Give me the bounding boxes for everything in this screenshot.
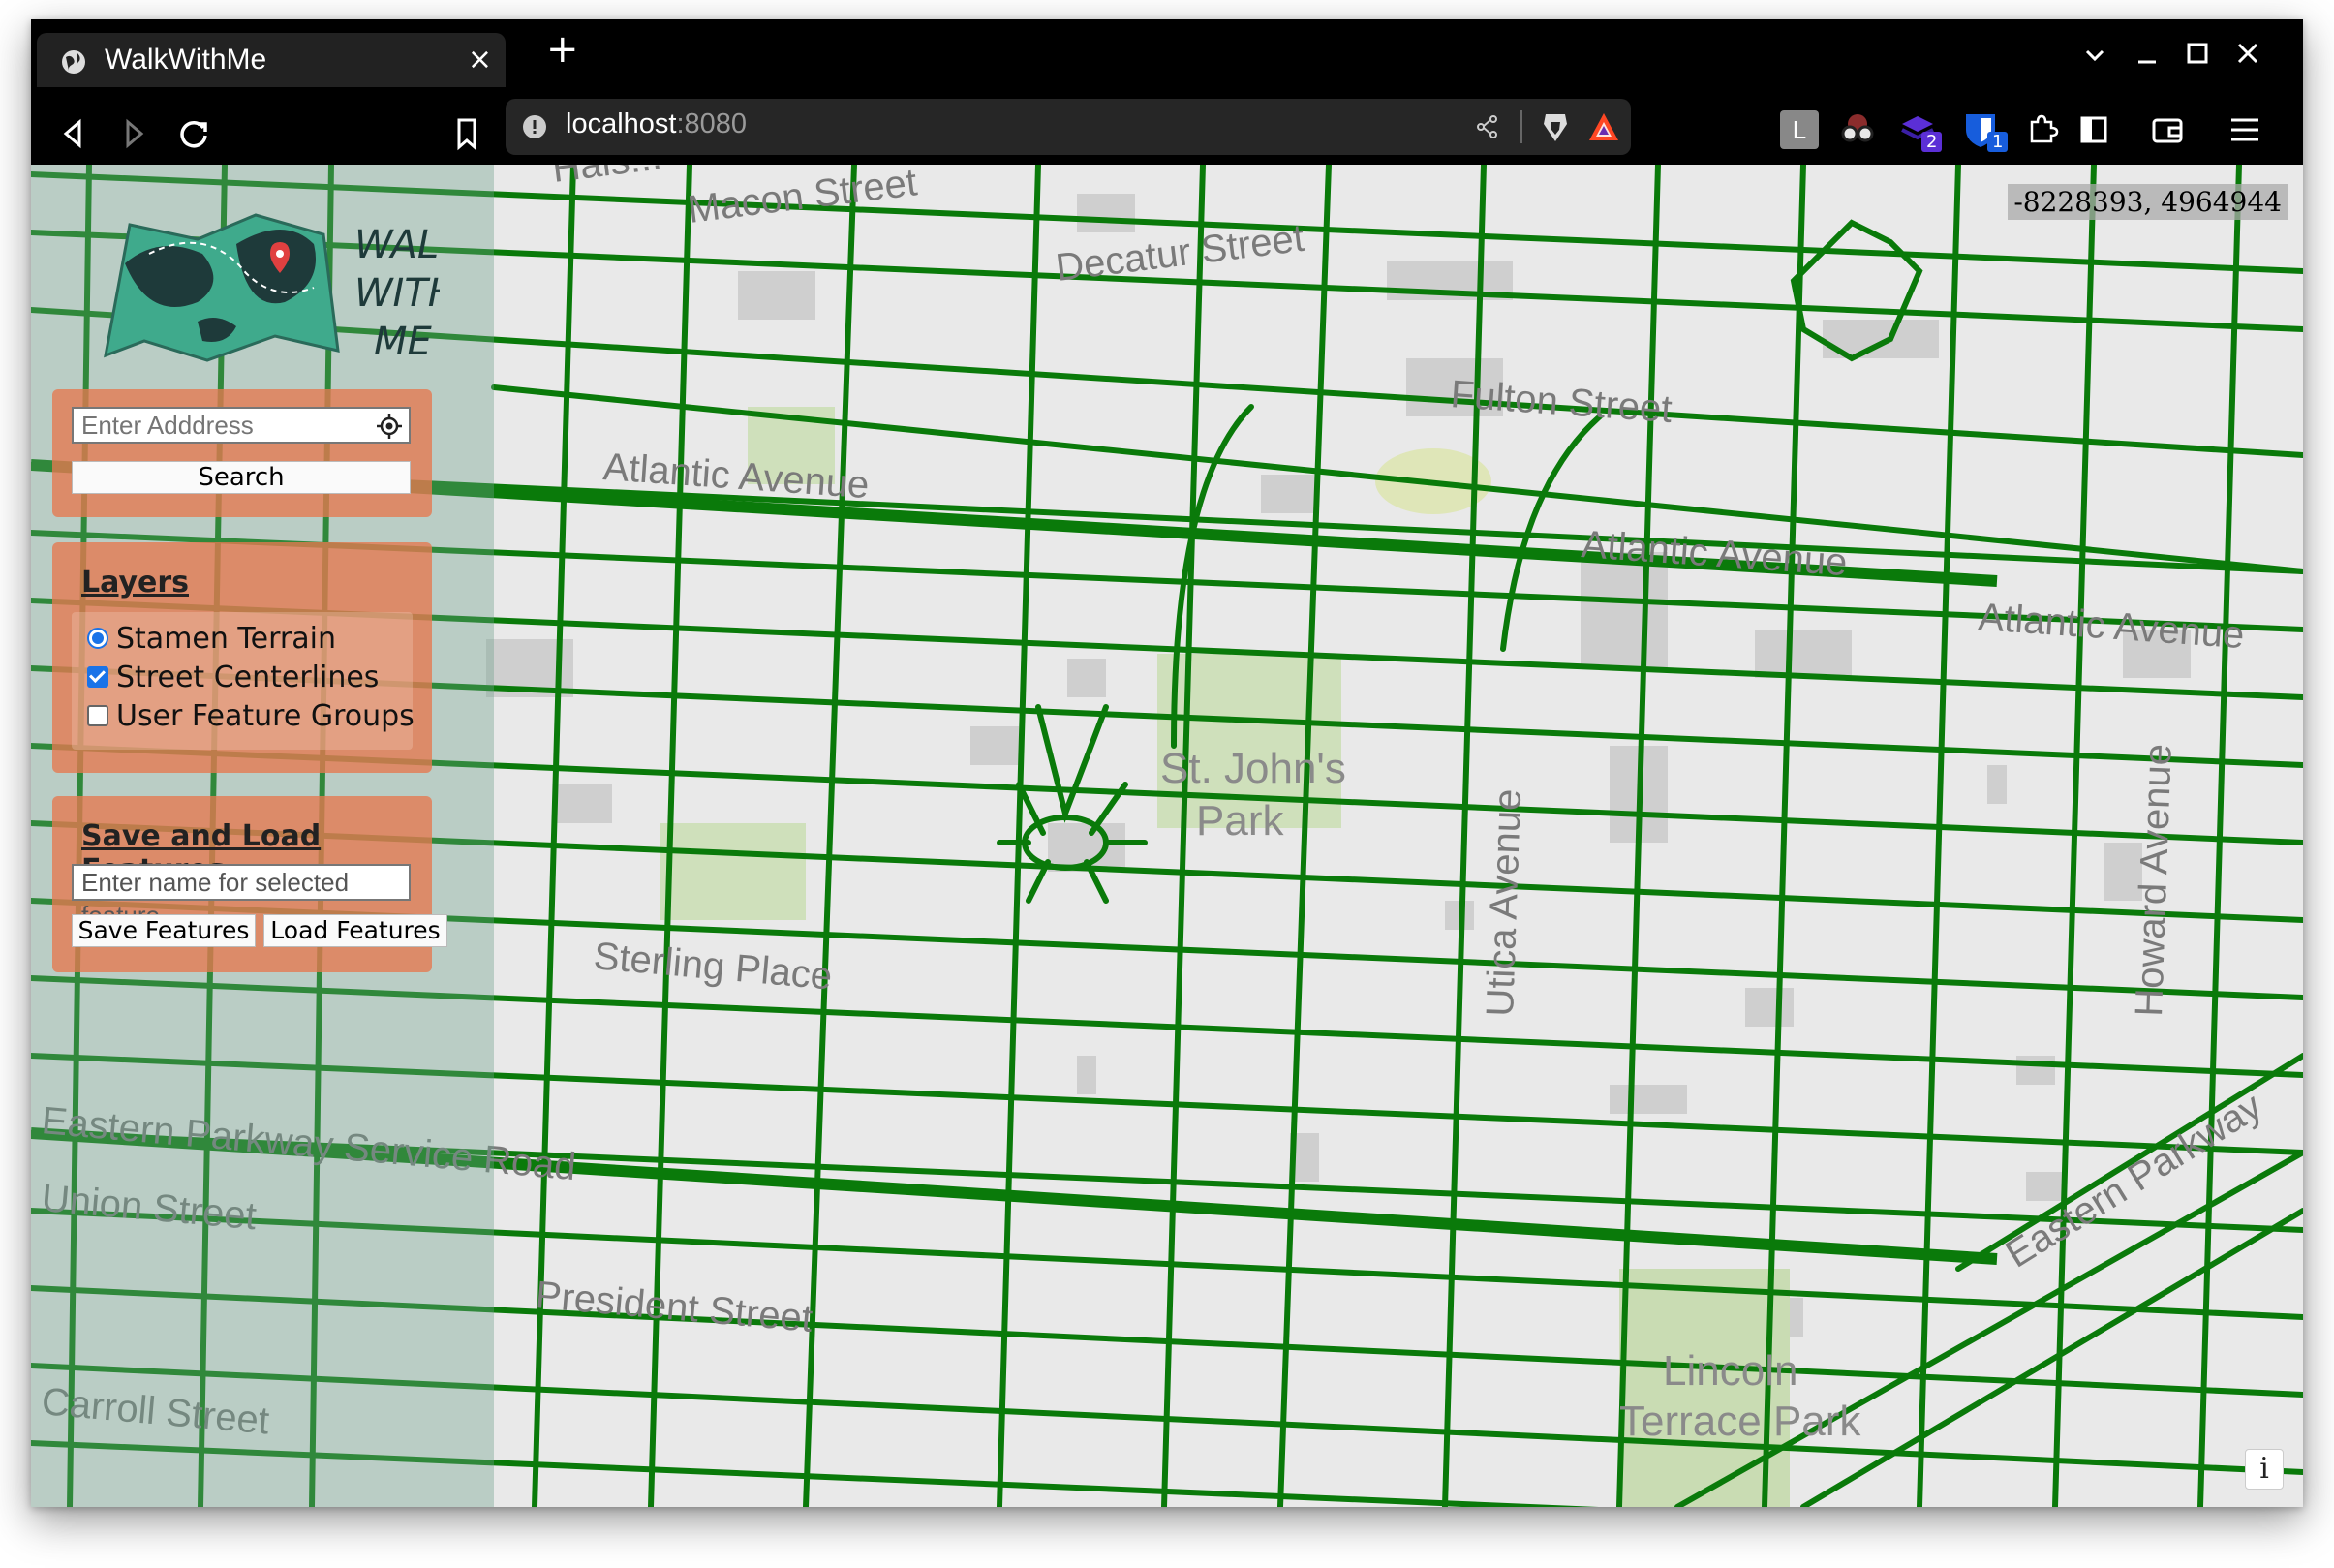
close-tab-icon[interactable]: × — [468, 43, 492, 77]
reload-icon[interactable] — [170, 110, 217, 157]
label-utica-avenue: Utica Avenue — [1479, 788, 1529, 1017]
wallet-icon[interactable] — [2148, 110, 2187, 149]
mouse-coordinates: -8228393, 4964944 — [2008, 184, 2288, 220]
menu-icon[interactable] — [2226, 110, 2264, 149]
extension-glasses-icon[interactable] — [1838, 110, 1877, 149]
back-icon[interactable] — [50, 110, 97, 157]
sidebar-icon[interactable] — [2074, 110, 2113, 149]
brave-shield-icon[interactable] — [1540, 110, 1571, 143]
site-info-icon[interactable] — [521, 113, 548, 140]
logo-text-me: ME — [374, 320, 433, 364]
street-centerlines-checkbox[interactable] — [87, 666, 108, 688]
toolbar-divider — [1520, 110, 1522, 143]
stamen-terrain-radio[interactable] — [87, 628, 108, 649]
locate-me-icon[interactable] — [376, 413, 403, 440]
minimize-icon[interactable] — [2134, 43, 2160, 68]
bookmark-icon[interactable] — [444, 110, 490, 157]
logo-text-walk: WALK — [354, 223, 440, 267]
feature-name-input[interactable]: Enter name for selected feature — [72, 864, 411, 930]
share-icon[interactable] — [1474, 113, 1501, 140]
extension-badge: 1 — [1987, 132, 2009, 152]
url-text: localhost:8080 — [566, 108, 748, 139]
globe-icon — [62, 50, 85, 74]
extension-bitwarden-icon[interactable]: 1 — [1962, 110, 2009, 152]
new-tab-button[interactable]: + — [546, 27, 579, 72]
browser-tab[interactable]: WalkWithMe × — [37, 33, 506, 87]
address-input[interactable] — [74, 409, 380, 442]
label-terrace-park: Terrace Park — [1619, 1398, 1861, 1445]
walkwithme-logo: WALK WITH ME — [104, 213, 440, 364]
layers-heading: Layers — [81, 566, 189, 600]
puzzle-icon[interactable] — [2022, 110, 2061, 149]
tab-bar: WalkWithMe × + — [31, 19, 2303, 87]
layer-label: Street Centerlines — [116, 661, 380, 694]
search-panel: Search — [52, 389, 432, 517]
logo-text-with: WITH — [354, 271, 440, 316]
save-load-panel: Save and Load Features Enter name for se… — [52, 796, 447, 972]
save-features-button[interactable]: Save Features — [72, 914, 256, 947]
address-bar[interactable]: localhost:8080 — [506, 99, 1631, 155]
park-small — [660, 823, 806, 920]
browser-window: WalkWithMe × + localhost:8080 L 2 1 Maco… — [31, 19, 2303, 1507]
attribution-info-button[interactable]: i — [2245, 1449, 2284, 1490]
extension-badge: 2 — [1921, 132, 1943, 152]
extension-l-icon[interactable]: L — [1780, 110, 1819, 149]
side-panel: WALK WITH ME Search Layers Stamen Terrai… — [31, 165, 494, 1507]
layer-label: Stamen Terrain — [116, 622, 336, 656]
label-park: Park — [1196, 797, 1284, 845]
load-features-button[interactable]: Load Features — [263, 914, 447, 947]
layers-list: Stamen Terrain Street Centerlines User F… — [72, 612, 415, 750]
label-st-johns: St. John's — [1160, 745, 1346, 792]
map-view[interactable]: Macon Street Decatur Street Fulton Stree… — [31, 165, 2303, 1507]
address-field — [72, 407, 411, 444]
tab-title: WalkWithMe — [105, 44, 267, 76]
forward-icon[interactable] — [110, 110, 157, 157]
chevron-down-icon[interactable] — [2082, 43, 2107, 68]
layers-panel: Layers Stamen Terrain Street Centerlines… — [52, 542, 432, 773]
layer-label: User Feature Groups — [116, 699, 415, 733]
maximize-icon[interactable] — [2185, 41, 2210, 66]
label-lincoln: Lincoln — [1663, 1347, 1797, 1395]
extension-stack-icon[interactable]: 2 — [1898, 110, 1943, 152]
close-window-icon[interactable] — [2235, 41, 2260, 66]
brave-rewards-icon[interactable] — [1586, 110, 1621, 143]
user-feature-groups-checkbox[interactable] — [87, 705, 108, 726]
search-button[interactable]: Search — [72, 461, 411, 494]
